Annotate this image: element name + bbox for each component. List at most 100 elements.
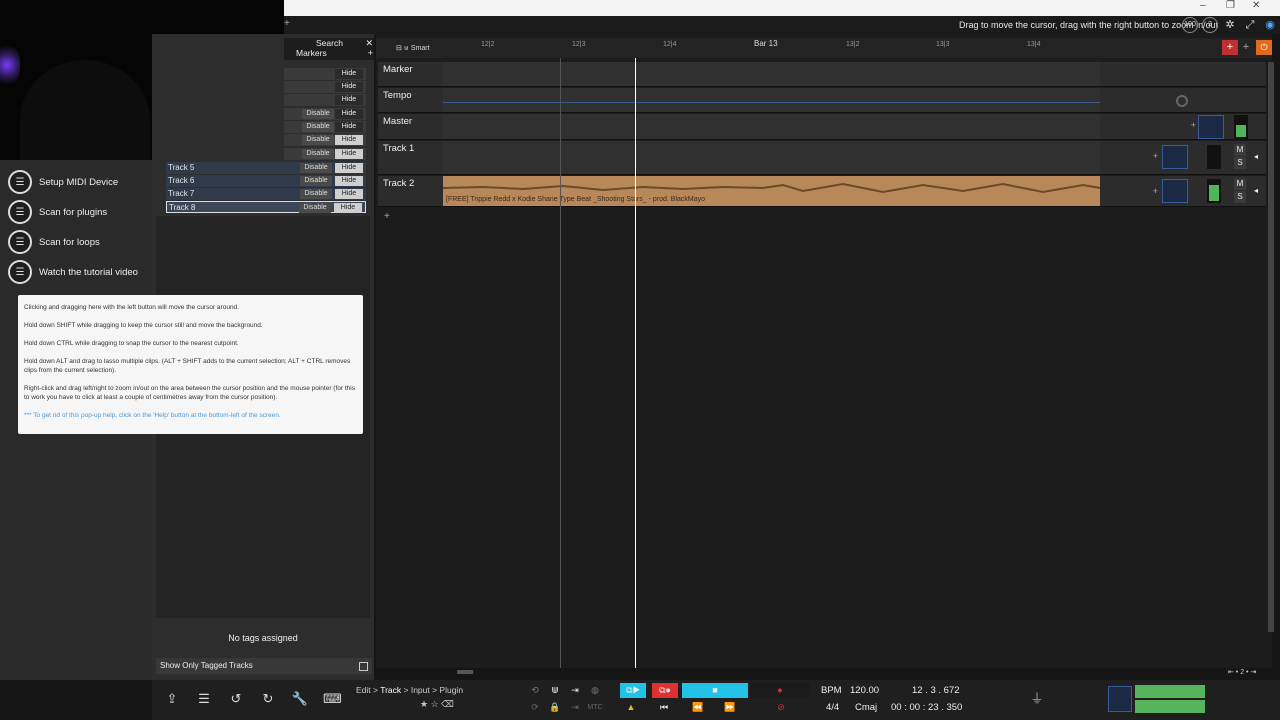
plugin-menu[interactable]: Plugin [439,685,463,695]
output-plugin-icon[interactable] [1108,686,1132,712]
track-search-bar[interactable]: Search Markers ✕ + [284,38,374,60]
marker-lane[interactable]: Marker [378,62,1266,87]
tempo-lane[interactable]: Tempo [378,88,1266,113]
undo-icon[interactable]: ↺ [227,690,245,708]
add-folder-icon[interactable]: + [1238,40,1254,55]
expand-icon[interactable]: + [284,18,290,29]
zoom-controls[interactable]: ⇤ • 2 • ⇥ [1228,668,1256,676]
add-plugin-icon[interactable]: + [1191,120,1196,130]
edit-menu[interactable]: Edit [356,685,371,695]
warning-icon[interactable]: ▲ [624,700,638,715]
track-list-item[interactable]: Track 5 Disable Hide [166,162,366,174]
record-button[interactable]: ● [750,683,810,698]
master-lane[interactable]: Master + [378,114,1266,140]
redo-icon[interactable]: ↻ [259,690,277,708]
minimize-icon[interactable]: – [1200,0,1206,11]
scan-plugins-button[interactable]: ☰ Scan for plugins [8,200,107,224]
playhead-cursor[interactable] [635,58,636,668]
hide-button[interactable]: Hide [335,149,363,159]
add-track-row-icon[interactable]: + [384,211,390,222]
disable-button[interactable]: Disable [300,176,332,186]
hide-button[interactable]: Hide [334,203,362,213]
mute-button[interactable]: M [1234,144,1246,156]
hide-button[interactable]: Hide [335,69,363,79]
rewind-icon[interactable]: ⏪ [688,700,708,715]
plug-icon[interactable]: ⏚ [1028,690,1046,708]
speaker-icon[interactable]: ◂ [1250,185,1262,197]
audio-clip[interactable]: [FREE] Trippie Redd x Kodie Shane Type B… [443,176,1100,206]
track1-instrument-icon[interactable] [1162,145,1188,169]
loop-icon[interactable]: ⟲ [528,683,542,698]
fullscreen-icon[interactable]: ⤢ [1242,17,1258,33]
disable-button[interactable]: Disable [302,109,334,119]
hide-button[interactable]: Hide [335,135,363,145]
hide-button[interactable]: Hide [335,122,363,132]
add-marker-icon[interactable]: + [368,48,373,58]
track-menu[interactable]: Track [380,685,401,695]
scan-loops-button[interactable]: ☰ Scan for loops [8,230,100,254]
track2-instrument-icon[interactable] [1162,179,1188,203]
hide-button[interactable]: Hide [335,189,363,199]
disable-button[interactable]: Disable [302,122,334,132]
loop-marker[interactable] [560,58,561,668]
play-mode-button[interactable]: ⧉▶ [620,683,646,698]
disabled-record-icon[interactable]: ⊘ [774,700,788,715]
solo-button[interactable]: S [1234,191,1246,203]
add-plugin-icon[interactable]: + [1153,186,1158,196]
hide-button[interactable]: Hide [335,109,363,119]
zoom-count-button[interactable]: 2 [1202,17,1218,33]
hide-button[interactable]: Hide [335,82,363,92]
disable-button[interactable]: Disable [302,149,334,159]
track-list-item[interactable]: Track 7 Disable Hide [166,188,366,200]
hide-button[interactable]: Hide [335,176,363,186]
lock-icon[interactable]: 🔒 [548,700,562,715]
menu-icon[interactable]: ☰ [195,690,213,708]
setup-midi-button[interactable]: ☰ Setup MIDI Device [8,170,118,194]
checkbox-icon[interactable] [359,662,368,671]
zoom-button[interactable]: 100 [1182,17,1198,33]
wrench-icon[interactable]: 🔧 [291,690,309,708]
hide-button[interactable]: Hide [335,163,363,173]
tempo-info[interactable]: BPM 120.00 12 . 3 . 672 4/4 Cmaj 00 : 00… [815,683,973,717]
add-track-icon[interactable]: + [1222,40,1238,55]
jump-end-icon[interactable]: ⇥ [568,683,582,698]
timeline-ruler[interactable]: 12|2 12|3 12|4 Bar 13 13|2 13|3 13|4 + +… [376,38,1272,58]
disable-button[interactable]: Disable [302,135,334,145]
vertical-scrollbar[interactable] [1268,62,1274,632]
maximize-icon[interactable]: ❐ [1226,0,1235,11]
snap-icon[interactable]: ⊟ ⊍ [396,45,409,52]
skip-start-icon[interactable]: ⏮ [654,700,674,715]
settings-icon[interactable]: ✲ [1222,17,1238,33]
solo-button[interactable]: S [1234,157,1246,169]
favorite-star-icon[interactable]: ★ ☆ ⌫ [420,699,454,710]
horizontal-scrollbar[interactable] [457,670,473,674]
track-list-item-selected[interactable]: Track 8 Disable Hide [166,201,366,213]
disable-button[interactable]: Disable [299,203,331,213]
keyboard-icon[interactable]: ⌨ [323,690,342,708]
disable-button[interactable]: Disable [300,163,332,173]
sync-icon[interactable]: ⇥ [568,700,582,715]
tutorial-video-button[interactable]: ☰ Watch the tutorial video [8,260,138,284]
key-signature[interactable]: Cmaj [855,702,877,713]
view-icon[interactable]: ◉ [1262,17,1278,33]
record-mode-button[interactable]: ⧉● [652,683,678,698]
fast-forward-icon[interactable]: ⏩ [720,700,740,715]
magnet-icon[interactable]: ⋓ [548,683,562,698]
time-signature[interactable]: 4/4 [826,702,839,713]
export-icon[interactable]: ⇪ [163,690,181,708]
mtc-button[interactable]: MTC [584,700,606,715]
stop-button[interactable]: ■ [682,683,748,698]
metronome-icon[interactable]: ◍ [588,683,602,698]
disable-button[interactable]: Disable [300,189,332,199]
speaker-icon[interactable]: ◂ [1250,151,1262,163]
search-label[interactable]: Search [316,38,343,48]
track-list-item[interactable]: Track 6 Disable Hide [166,175,366,187]
input-menu[interactable]: Input [411,685,430,695]
track1-lane[interactable]: Track 1 + M S ◂ [378,141,1266,175]
markers-label[interactable]: Markers [296,48,327,58]
punch-icon[interactable]: ⟳ [528,700,542,715]
hide-button[interactable]: Hide [335,95,363,105]
tempo-knob-icon[interactable] [1176,95,1188,107]
bpm-value[interactable]: 120.00 [850,685,879,696]
close-icon[interactable]: ✕ [1252,0,1260,11]
